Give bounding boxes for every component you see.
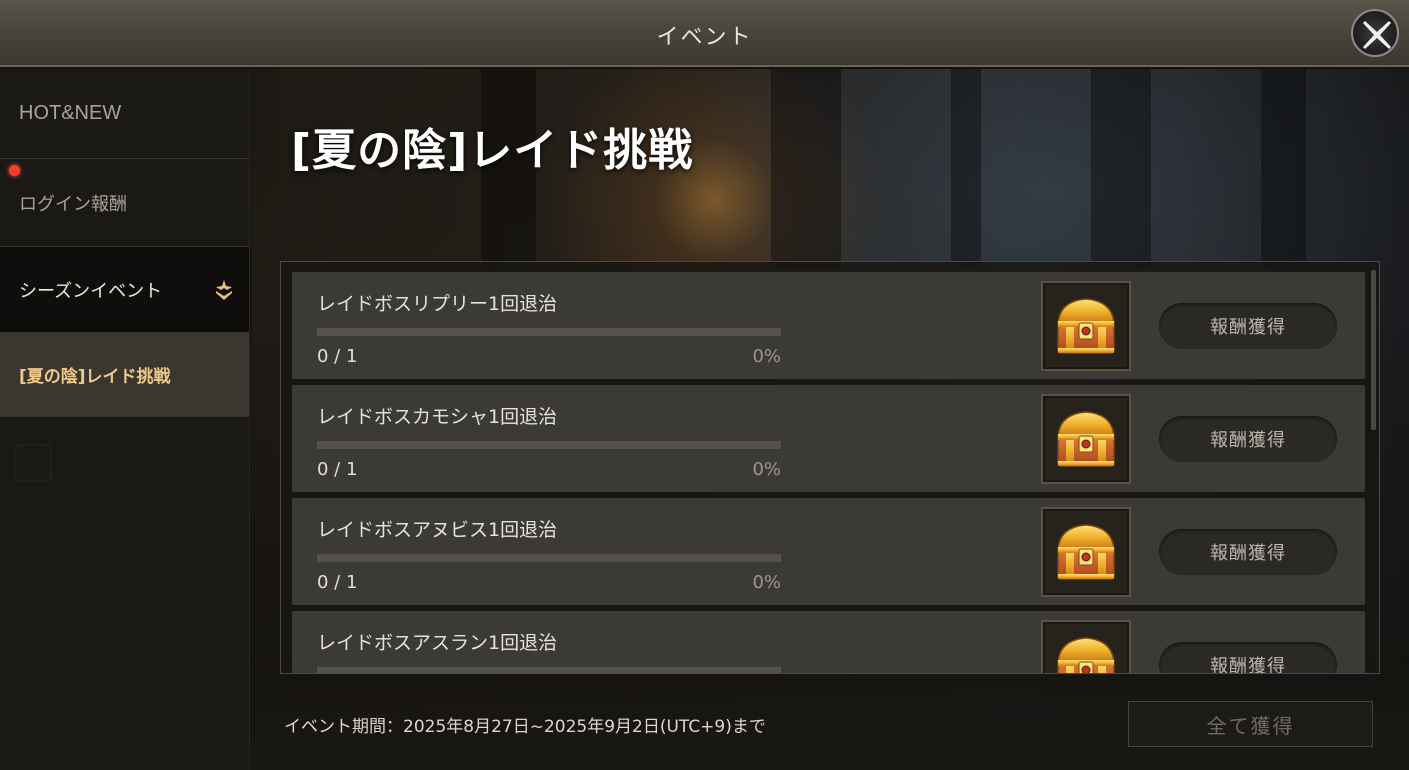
progress-percent: 0% [752,459,781,480]
sidebar: HOT&NEW ログイン報酬 シーズンイベント [夏の陰]レイド挑戦 [0,69,250,770]
mission-name: レイドボスカモシャ1回退治 [317,406,558,428]
mission-name: レイドボスアヌビス1回退治 [317,519,558,541]
mission-row: レイドボスリプリー1回退治 0 / 1 0% 報酬獲得 [292,272,1365,379]
notification-dot [9,165,20,176]
progress-bar [317,554,781,562]
sidebar-item-label: シーズンイベント [19,280,163,302]
claim-all-button[interactable]: 全て獲得 [1128,701,1373,747]
progress-bar [317,667,781,673]
mission-row: レイドボスカモシャ1回退治 0 / 1 0% 報酬獲得 [292,385,1365,492]
claim-reward-button[interactable]: 報酬獲得 [1159,642,1337,673]
mission-row: レイドボスアヌビス1回退治 0 / 1 0% 報酬獲得 [292,498,1365,605]
reward-item[interactable] [1041,281,1131,371]
progress-percent: 0% [752,346,781,367]
event-title: [夏の陰]レイド挑戦 [291,125,694,176]
sidebar-item-label: HOT&NEW [19,102,122,124]
title-bar: イベント [0,0,1409,67]
sidebar-item-season-event[interactable]: シーズンイベント [0,247,249,333]
reward-item[interactable] [1041,507,1131,597]
progress-count: 0 / 1 [317,346,358,367]
treasure-chest-icon [1057,524,1115,580]
claim-reward-button[interactable]: 報酬獲得 [1159,529,1337,575]
treasure-chest-icon [1057,637,1115,673]
scrollbar[interactable] [1371,270,1376,430]
sidebar-item-label: [夏の陰]レイド挑戦 [19,367,171,387]
mission-name: レイドボスアスラン1回退治 [317,632,558,654]
progress-bar [317,328,781,336]
sidebar-item-hot-new[interactable]: HOT&NEW [0,69,249,159]
reward-item[interactable] [1041,620,1131,673]
mission-row: レイドボスアスラン1回退治 0 / 1 0% [292,611,1365,673]
faded-icon [14,444,52,482]
treasure-chest-icon [1057,298,1115,354]
window-title: イベント [656,25,753,50]
sidebar-item-raid-challenge[interactable]: [夏の陰]レイド挑戦 [0,333,249,417]
chevron-down-star-icon [216,280,232,300]
progress-count: 0 / 1 [317,459,358,480]
sidebar-item-label: ログイン報酬 [19,193,127,215]
event-period: イベント期間：2025年8月27日~2025年9月2日(UTC+9)まで [284,717,766,737]
claim-reward-button[interactable]: 報酬獲得 [1159,303,1337,349]
close-x-icon [1363,21,1391,49]
mission-list[interactable]: レイドボスリプリー1回退治 0 / 1 0% 報酬獲得 レイドボスカモシャ1回退… [280,261,1380,674]
claim-reward-button[interactable]: 報酬獲得 [1159,416,1337,462]
treasure-chest-icon [1057,411,1115,467]
close-button[interactable] [1351,9,1399,57]
progress-bar [317,441,781,449]
sidebar-item-login-reward[interactable]: ログイン報酬 [0,159,249,247]
reward-item[interactable] [1041,394,1131,484]
mission-name: レイドボスリプリー1回退治 [317,293,558,315]
progress-percent: 0% [752,572,781,593]
event-panel: [夏の陰]レイド挑戦 レイドボスリプリー1回退治 0 / 1 0% 報酬獲得 レ… [251,69,1409,770]
progress-count: 0 / 1 [317,572,358,593]
